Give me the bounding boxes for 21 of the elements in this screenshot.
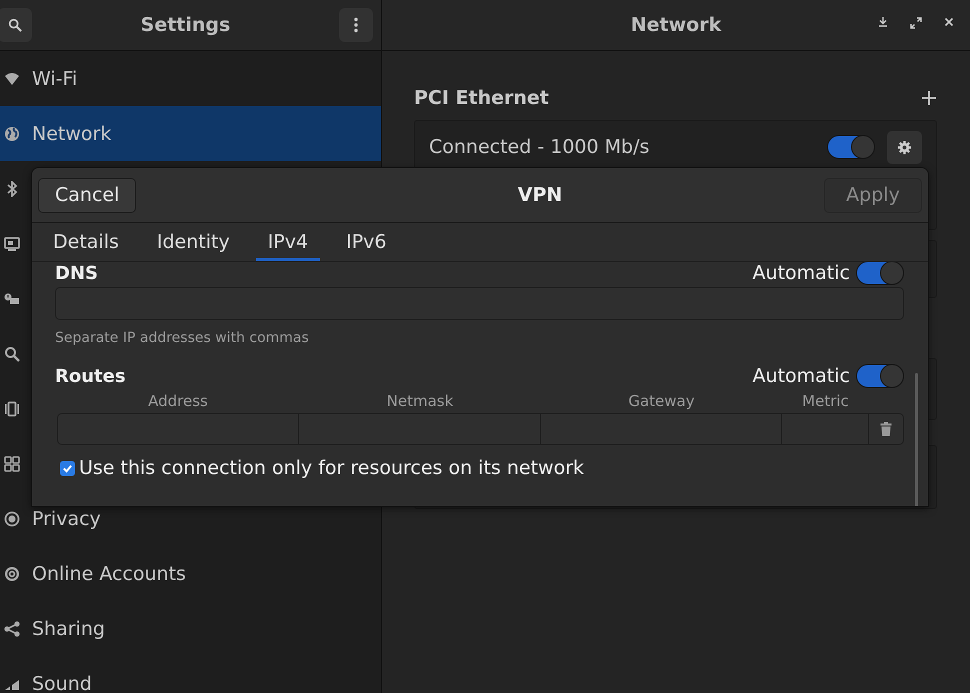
automatic-label: Automatic — [752, 365, 850, 387]
column-header: Gateway — [627, 392, 696, 410]
section-title: PCI Ethernet — [414, 87, 549, 109]
section-label: DNS — [55, 262, 98, 284]
dialog-title: VPN — [516, 184, 564, 206]
sidebar-label: Network — [32, 122, 112, 144]
sidebar-label: Sound — [32, 672, 92, 693]
automatic-label: Automatic — [752, 262, 850, 284]
section-label: Routes — [55, 366, 126, 386]
checkbox-label: Use this connection only for resources on its network — [79, 457, 584, 479]
sidebar-label: Wi-Fi — [32, 68, 78, 90]
field-hint: Separate IP addresses with commas — [55, 330, 310, 346]
connection-status: Connected - 1000 Mb/s — [429, 136, 650, 158]
sidebar-label: Sharing — [32, 618, 105, 640]
column-header: Metric — [801, 392, 850, 410]
pane-title: Network — [630, 14, 722, 36]
sidebar-label: Privacy — [32, 508, 101, 530]
sidebar-label: Online Accounts — [32, 562, 186, 584]
sidebar-title: Settings — [140, 14, 230, 36]
column-header: Netmask — [386, 392, 454, 410]
column-header: Address — [147, 392, 209, 410]
